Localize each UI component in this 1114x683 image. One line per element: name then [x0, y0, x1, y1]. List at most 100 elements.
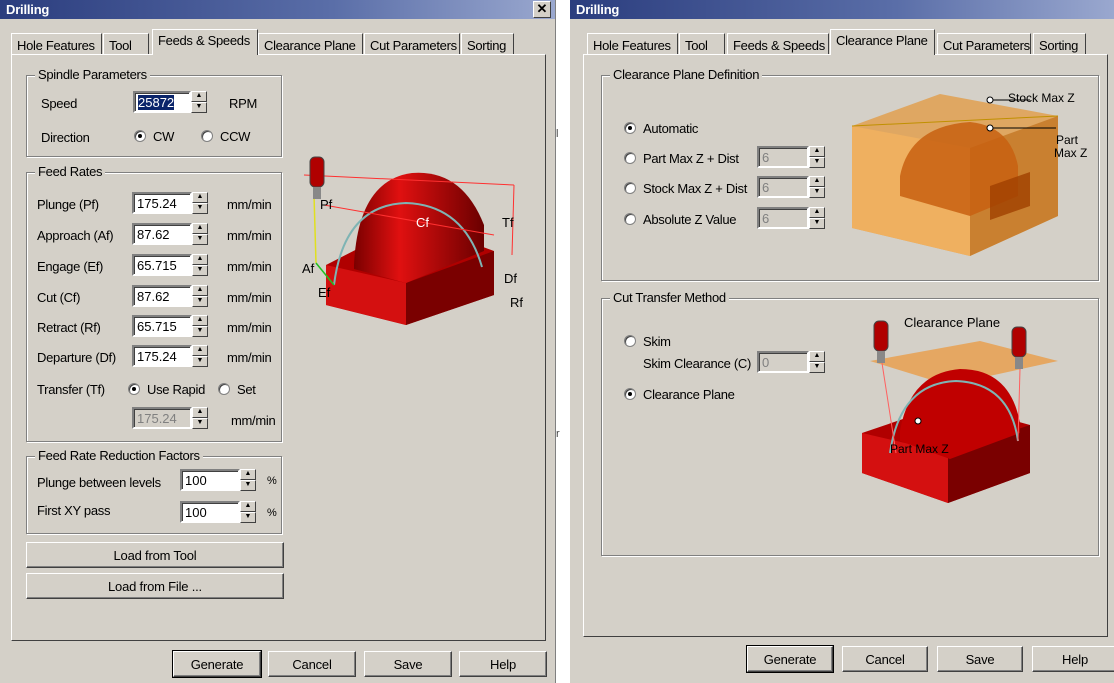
help-button[interactable]: Help: [1032, 646, 1114, 672]
tab-hole-features[interactable]: Hole Features: [11, 33, 102, 55]
engage-input[interactable]: 65.715: [132, 254, 192, 276]
absolute-z-label: Absolute Z Value: [643, 212, 737, 227]
unit-label: mm/min: [227, 228, 272, 243]
plunge-levels-label: Plunge between levels: [37, 475, 161, 490]
skim-radio[interactable]: [624, 335, 636, 347]
automatic-label: Automatic: [643, 121, 699, 136]
title-bar: Drilling: [0, 0, 555, 19]
gap-fragment: r: [556, 428, 560, 440]
load-from-file-button[interactable]: Load from File ...: [26, 573, 284, 599]
feed-rates-diagram: Pf Cf Tf Af Ef Df Rf: [302, 156, 523, 325]
close-button[interactable]: ✕: [533, 1, 551, 18]
drilling-dialog-right: Drilling Hole Features Tool Feeds & Spee…: [569, 0, 1114, 683]
speed-input[interactable]: 25872: [133, 91, 191, 113]
direction-label: Direction: [41, 130, 90, 145]
stock-max-input[interactable]: 6: [757, 176, 809, 198]
plunge-levels-input[interactable]: 100: [180, 469, 240, 491]
absolute-z-input[interactable]: 6: [757, 207, 809, 229]
retract-input[interactable]: 65.715: [132, 315, 192, 337]
tab-cut-parameters[interactable]: Cut Parameters: [937, 33, 1031, 55]
tab-clearance-plane[interactable]: Clearance Plane: [830, 29, 935, 55]
cw-label: CW: [153, 129, 175, 144]
save-button[interactable]: Save: [364, 651, 452, 677]
absolute-z-radio[interactable]: [624, 213, 636, 225]
approach-input[interactable]: 87.62: [132, 223, 192, 245]
clearance-plane-label: Clearance Plane: [643, 387, 735, 402]
engage-spinner[interactable]: ▲ ▼: [192, 254, 208, 276]
pf-label: Pf: [320, 197, 333, 212]
load-from-tool-button[interactable]: Load from Tool: [26, 542, 284, 568]
part-max-z-diagram-label: Part Max Z: [890, 442, 949, 456]
stock-max-radio[interactable]: [624, 182, 636, 194]
plunge-levels-spinner[interactable]: ▲ ▼: [240, 469, 256, 491]
ef-label: Ef: [318, 285, 331, 300]
unit-label: mm/min: [227, 197, 272, 212]
ccw-label: CCW: [220, 129, 251, 144]
percent-label: %: [267, 507, 277, 519]
tab-panel: Clearance Plane Definition Automatic Par…: [583, 54, 1108, 637]
stock-max-spinner[interactable]: ▲ ▼: [809, 176, 825, 198]
retract-spinner[interactable]: ▲ ▼: [192, 315, 208, 337]
approach-label: Approach (Af): [37, 228, 114, 243]
set-radio[interactable]: [218, 383, 230, 395]
tab-sorting[interactable]: Sorting: [461, 33, 514, 55]
generate-button[interactable]: Generate: [746, 645, 834, 673]
ccw-radio[interactable]: [201, 130, 213, 142]
part-label: Part: [1056, 133, 1079, 147]
automatic-radio[interactable]: [624, 122, 636, 134]
tab-clearance-plane[interactable]: Clearance Plane: [258, 33, 363, 55]
stock-max-z-label: Stock Max Z: [1008, 91, 1075, 105]
feed-rates-group: Feed Rates Plunge (Pf) 175.24 ▲ ▼ mm/min …: [26, 164, 282, 442]
tab-tool[interactable]: Tool: [679, 33, 725, 55]
cancel-button[interactable]: Cancel: [842, 646, 928, 672]
departure-spinner[interactable]: ▲ ▼: [192, 345, 208, 367]
clearance-plane-diagram-label: Clearance Plane: [904, 315, 1000, 330]
part-max-radio[interactable]: [624, 152, 636, 164]
use-rapid-radio[interactable]: [128, 383, 140, 395]
engage-label: Engage (Ef): [37, 259, 104, 274]
skim-clearance-input[interactable]: 0: [757, 351, 809, 373]
transfer-input[interactable]: 175.24: [132, 407, 192, 429]
tab-cut-parameters[interactable]: Cut Parameters: [364, 33, 460, 55]
save-button[interactable]: Save: [937, 646, 1023, 672]
plunge-input[interactable]: 175.24: [132, 192, 192, 214]
clearance-definition-diagram: Stock Max Z Part Max Z: [851, 91, 1087, 256]
cut-spinner[interactable]: ▲ ▼: [192, 285, 208, 307]
set-label: Set: [237, 382, 256, 397]
unit-label: mm/min: [227, 320, 272, 335]
absolute-z-spinner[interactable]: ▲ ▼: [809, 207, 825, 229]
part-max-input[interactable]: 6: [757, 146, 809, 168]
stock-max-label: Stock Max Z + Dist: [643, 181, 748, 196]
departure-input[interactable]: 175.24: [132, 345, 192, 367]
retract-label: Retract (Rf): [37, 320, 101, 335]
cw-radio[interactable]: [134, 130, 146, 142]
transfer-unit: mm/min: [231, 413, 276, 428]
transfer-spinner[interactable]: ▲ ▼: [192, 407, 208, 429]
tab-hole-features[interactable]: Hole Features: [587, 33, 678, 55]
tab-sorting[interactable]: Sorting: [1033, 33, 1086, 55]
approach-spinner[interactable]: ▲ ▼: [192, 223, 208, 245]
group-title: Clearance Plane Definition: [610, 67, 763, 82]
drilling-dialog-left: Drilling ✕ Hole Features Tool Feeds & Sp…: [0, 0, 556, 683]
tab-tool[interactable]: Tool: [103, 33, 149, 55]
tab-feeds-speeds[interactable]: Feeds & Speeds: [152, 29, 258, 55]
rf-label: Rf: [510, 295, 523, 310]
skim-clearance-spinner[interactable]: ▲ ▼: [809, 351, 825, 373]
window-title: Drilling: [6, 2, 50, 17]
cancel-button[interactable]: Cancel: [268, 651, 356, 677]
unit-label: mm/min: [227, 290, 272, 305]
first-xy-spinner[interactable]: ▲ ▼: [240, 501, 256, 523]
tab-feeds-speeds[interactable]: Feeds & Speeds: [727, 33, 829, 55]
plunge-spinner[interactable]: ▲ ▼: [192, 192, 208, 214]
tab-panel: Spindle Parameters Speed 25872 ▲ ▼ RPM Di…: [11, 54, 546, 641]
generate-button[interactable]: Generate: [172, 650, 262, 678]
cut-transfer-method-group: Cut Transfer Method Skim Skim Clearance …: [601, 290, 1099, 556]
help-button[interactable]: Help: [459, 651, 547, 677]
speed-spinner[interactable]: ▲ ▼: [191, 91, 207, 113]
unit-label: mm/min: [227, 259, 272, 274]
plunge-label: Plunge (Pf): [37, 197, 99, 212]
part-max-spinner[interactable]: ▲ ▼: [809, 146, 825, 168]
clearance-plane-radio[interactable]: [624, 388, 636, 400]
first-xy-input[interactable]: 100: [180, 501, 240, 523]
cut-input[interactable]: 87.62: [132, 285, 192, 307]
